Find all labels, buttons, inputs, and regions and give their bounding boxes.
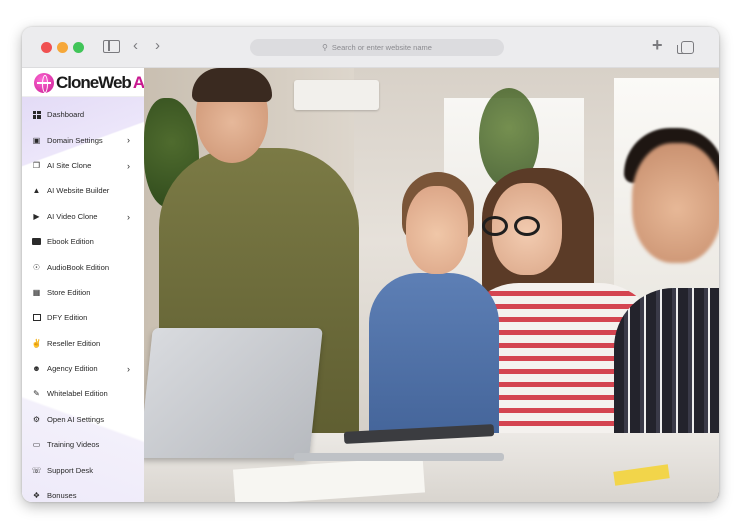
edit-icon: ✎	[33, 389, 40, 399]
sidebar-item-bonuses[interactable]: ❖ Bonuses	[22, 483, 144, 502]
sidebar-item-dfy-edition[interactable]: DFY Edition	[22, 305, 144, 330]
sidebar-item-label: DFY Edition	[47, 313, 88, 323]
sidebar-item-ai-site-clone[interactable]: ❐ AI Site Clone ›	[22, 153, 144, 178]
domain-icon: ▣	[32, 135, 41, 145]
sidebar-item-training-videos[interactable]: ▭ Training Videos	[22, 432, 144, 457]
app-logo[interactable]: CloneWeb AI	[34, 72, 144, 94]
minimize-window-button[interactable]	[57, 42, 68, 53]
globe-logo-icon	[34, 73, 54, 93]
sidebar-item-audiobook-edition[interactable]: ☉ AudioBook Edition	[22, 254, 144, 279]
sidebar-item-label: Dashboard	[47, 110, 85, 120]
logo-ai: AI	[132, 73, 144, 92]
browser-toolbar: ‹ › ⚲ Search or enter website name +	[22, 27, 719, 68]
sidebar-item-label: Whitelabel Edition	[47, 389, 108, 399]
support-icon: ☏	[31, 465, 42, 475]
new-tab-plus-icon[interactable]: +	[652, 36, 663, 54]
chevron-right-icon: ›	[127, 160, 130, 171]
photo-person-face	[632, 143, 719, 263]
gift-icon: ❖	[32, 491, 41, 501]
gear-icon: ⚙	[32, 414, 41, 424]
sidebar-item-whitelabel-edition[interactable]: ✎ Whitelabel Edition	[22, 381, 144, 406]
forward-arrow-icon[interactable]: ›	[155, 38, 160, 53]
photo-glasses	[474, 216, 554, 236]
sidebar-divider	[22, 96, 144, 97]
sidebar-item-dashboard[interactable]: Dashboard	[22, 102, 144, 127]
sidebar-item-store-edition[interactable]: ▦ Store Edition	[22, 280, 144, 305]
sidebar-item-label: Support Desk	[47, 465, 94, 475]
close-window-button[interactable]	[41, 42, 52, 53]
store-icon: ▦	[32, 287, 41, 297]
photo-laptop	[144, 328, 323, 458]
address-bar[interactable]: ⚲ Search or enter website name	[250, 39, 504, 56]
copy-icon: ❐	[32, 160, 41, 170]
sidebar-item-label: AI Website Builder	[47, 186, 110, 196]
sidebar-toggle-icon[interactable]	[103, 40, 120, 53]
sidebar-item-label: Training Videos	[47, 440, 100, 450]
headphones-icon: ☉	[32, 262, 41, 272]
handshake-icon: ✌	[31, 338, 42, 348]
sidebar-item-label: AI Site Clone	[47, 160, 92, 170]
sidebar-item-label: Agency Edition	[47, 364, 98, 374]
photo-laptop-base	[294, 453, 504, 461]
sidebar-item-ebook-edition[interactable]: Ebook Edition	[22, 229, 144, 254]
photo-person-face	[406, 186, 468, 274]
sidebar-menu: Dashboard ▣ Domain Settings › ❐ AI Site …	[22, 102, 144, 502]
sidebar-item-agency-edition[interactable]: ☻ Agency Edition ›	[22, 356, 144, 381]
video-icon: ▶	[33, 211, 40, 221]
dashboard-grid-icon	[32, 110, 41, 119]
package-icon	[32, 313, 41, 322]
sidebar-item-label: Ebook Edition	[47, 237, 94, 247]
address-placeholder: Search or enter website name	[331, 43, 432, 52]
shapes-icon: ▲	[32, 186, 41, 196]
chevron-right-icon: ›	[127, 211, 130, 222]
photo-air-conditioner	[294, 80, 379, 110]
hero-photo	[144, 68, 719, 502]
chevron-right-icon: ›	[127, 135, 130, 146]
sidebar-item-label: Open AI Settings	[47, 414, 104, 424]
app-sidebar: CloneWeb AI Dashboard ▣ Domain Settings …	[22, 68, 144, 502]
chevron-right-icon: ›	[127, 363, 130, 374]
sidebar-item-label: Bonuses	[47, 491, 77, 501]
search-icon: ⚲	[322, 43, 328, 52]
sidebar-item-domain-settings[interactable]: ▣ Domain Settings ›	[22, 127, 144, 152]
book-icon	[32, 237, 41, 246]
sidebar-item-label: Domain Settings	[47, 135, 103, 145]
sidebar-item-label: AI Video Clone	[47, 211, 98, 221]
photo-person-hair	[192, 68, 272, 102]
sidebar-item-support-desk[interactable]: ☏ Support Desk	[22, 457, 144, 482]
sidebar-item-ai-video-clone[interactable]: ▶ AI Video Clone ›	[22, 204, 144, 229]
logo-name: CloneWeb	[56, 73, 132, 92]
sidebar-item-ai-website-builder[interactable]: ▲ AI Website Builder	[22, 178, 144, 203]
tab-overview-icon[interactable]	[677, 41, 694, 54]
monitor-icon: ▭	[32, 440, 41, 450]
maximize-window-button[interactable]	[73, 42, 84, 53]
users-icon: ☻	[32, 364, 41, 374]
browser-window: ‹ › ⚲ Search or enter website name + Clo…	[22, 27, 719, 502]
sidebar-item-reseller-edition[interactable]: ✌ Reseller Edition	[22, 331, 144, 356]
sidebar-item-label: Reseller Edition	[47, 338, 101, 348]
back-arrow-icon[interactable]: ‹	[133, 38, 138, 53]
sidebar-item-open-ai-settings[interactable]: ⚙ Open AI Settings	[22, 407, 144, 432]
sidebar-item-label: Store Edition	[47, 287, 91, 297]
sidebar-item-label: AudioBook Edition	[47, 262, 110, 272]
